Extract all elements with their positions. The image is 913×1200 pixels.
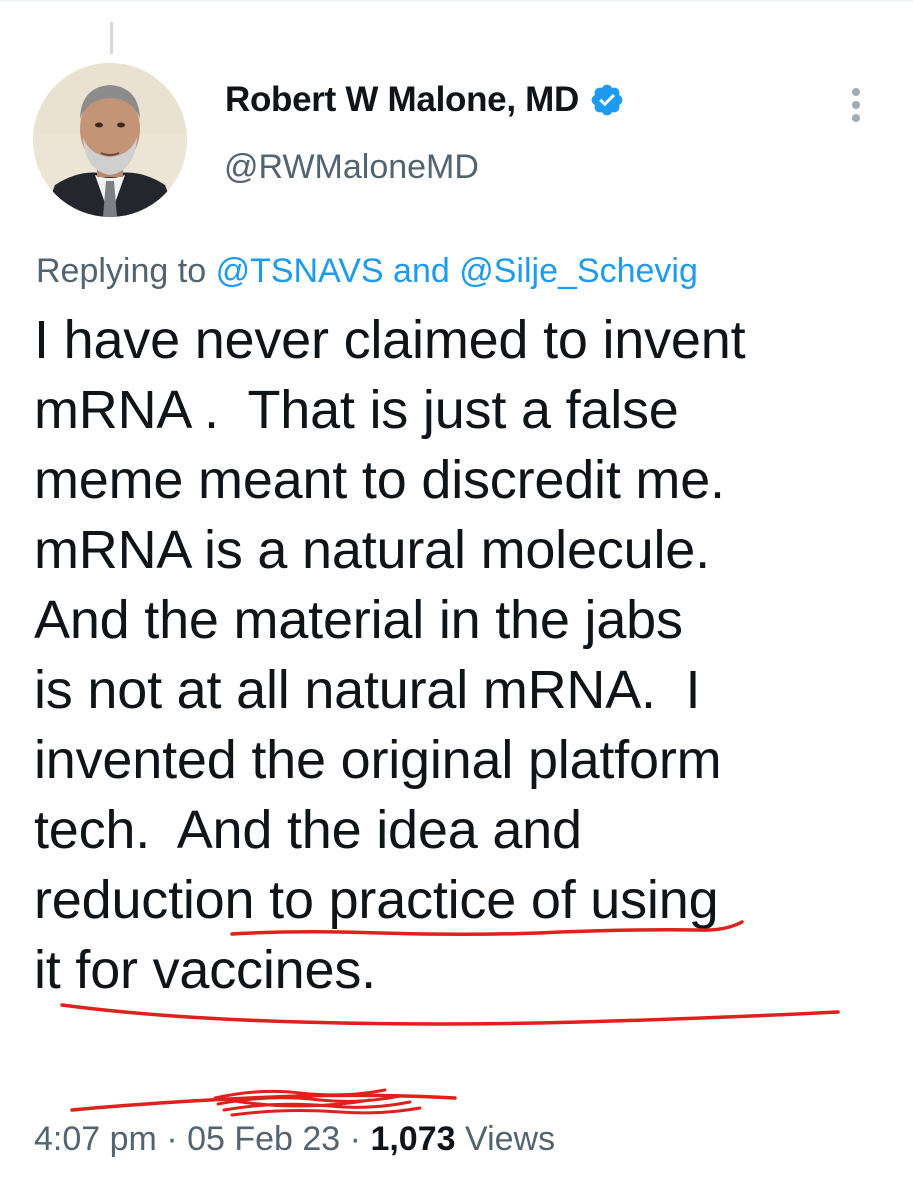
mention-link-tsnavs[interactable]: @TSNAVS	[216, 252, 384, 290]
meta-separator: ·	[349, 1120, 361, 1158]
author-display-name[interactable]: Robert W Malone, MD	[225, 80, 579, 120]
tweet-body: I have never claimed to invent mRNA . Th…	[34, 305, 904, 1005]
avatar[interactable]	[33, 63, 187, 217]
verified-badge-icon	[589, 82, 625, 118]
thread-connector-line	[110, 22, 113, 54]
tweet-text-line: tech. And the idea and	[34, 800, 582, 860]
tweet-text-line: I have never claimed to invent	[34, 310, 746, 370]
tweet-time[interactable]: 4:07 pm	[34, 1120, 157, 1158]
tweet-date[interactable]: 05 Feb 23	[187, 1120, 340, 1158]
tweet-text-line: invented the original platform	[34, 730, 722, 790]
views-count: 1,073	[370, 1120, 456, 1158]
red-underline-stroke-2	[60, 1003, 840, 1026]
tweet-text-line: reduction to practice of using	[34, 870, 719, 930]
mention-link-silje-schevig[interactable]: @Silje_Schevig	[459, 252, 698, 290]
profile-photo	[33, 63, 187, 217]
author-name-row[interactable]: Robert W Malone, MD	[225, 80, 625, 120]
red-scribble	[213, 1088, 422, 1117]
tweet-meta: 4:07 pm · 05 Feb 23 · 1,073 Views	[34, 1120, 555, 1159]
tweet-text-line: mRNA is a natural molecule.	[34, 520, 710, 580]
tweet-text-line: mRNA . That is just a false	[34, 380, 679, 440]
replying-to-conjunction: and	[393, 252, 450, 290]
replying-to-prefix: Replying to	[36, 252, 207, 290]
top-divider	[0, 0, 913, 2]
tweet-text-line: it for vaccines.	[34, 940, 376, 1000]
tweet-text-line: is not at all natural mRNA. I	[34, 660, 701, 720]
more-options-icon[interactable]	[846, 88, 866, 128]
views-label: Views	[465, 1120, 556, 1158]
tweet-text-line: And the material in the jabs	[34, 590, 683, 650]
red-underline-stroke-3	[70, 1093, 457, 1112]
tweet-text-line: meme meant to discredit me.	[34, 450, 725, 510]
meta-separator: ·	[166, 1120, 178, 1158]
replying-to-line: Replying to @TSNAVS and @Silje_Schevig	[36, 252, 698, 291]
author-handle[interactable]: @RWMaloneMD	[224, 148, 479, 187]
